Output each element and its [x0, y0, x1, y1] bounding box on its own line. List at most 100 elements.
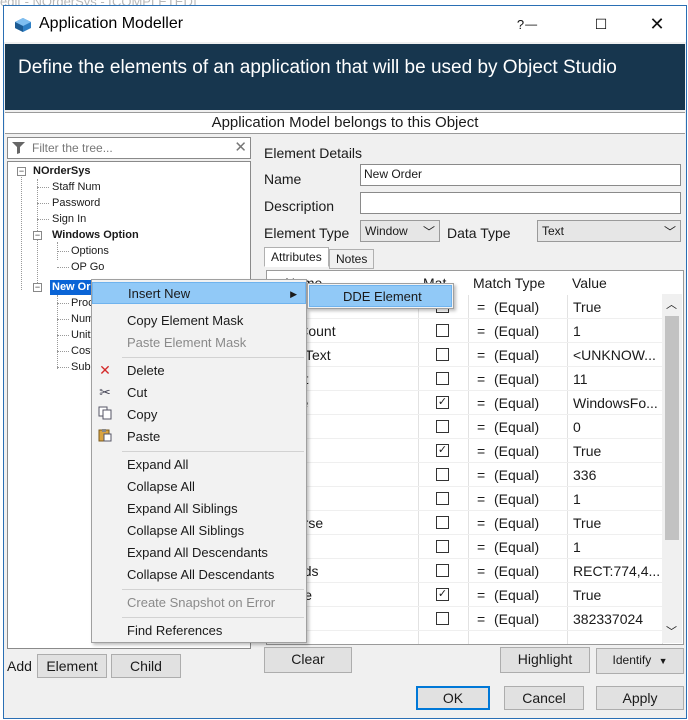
match-checkbox[interactable]: [436, 372, 449, 385]
add-child-button[interactable]: Child: [111, 654, 181, 678]
name-field[interactable]: New Order: [360, 164, 681, 186]
match-type[interactable]: (Equal): [494, 587, 566, 603]
menu-item-cut[interactable]: ✂ Cut: [92, 382, 306, 404]
tree-root[interactable]: NOrderSys: [33, 164, 90, 179]
match-type[interactable]: (Equal): [494, 539, 566, 555]
match-type[interactable]: (Equal): [494, 395, 566, 411]
menu-item-expand-descendants[interactable]: Expand All Descendants: [92, 542, 306, 564]
scroll-up-icon[interactable]: ︿: [666, 296, 677, 312]
match-checkbox[interactable]: [436, 540, 449, 553]
data-type-select[interactable]: Text ﹀: [537, 220, 681, 242]
match-type[interactable]: (Equal): [494, 515, 566, 531]
description-field[interactable]: [360, 192, 681, 214]
grid-scrollbar[interactable]: ︿ ﹀: [662, 294, 682, 643]
match-type[interactable]: (Equal): [494, 347, 566, 363]
match-checkbox[interactable]: [436, 468, 449, 481]
menu-item-collapse-all[interactable]: Collapse All: [92, 476, 306, 498]
menu-item-collapse-descendants[interactable]: Collapse All Descendants: [92, 564, 306, 586]
table-row[interactable]: Reverse=(Equal)True: [267, 511, 663, 535]
help-icon[interactable]: ? —: [504, 6, 550, 42]
identify-button[interactable]: Identify ▼: [596, 648, 684, 674]
match-checkbox[interactable]: [436, 516, 449, 529]
collapse-icon[interactable]: −: [33, 283, 42, 292]
match-checkbox[interactable]: [436, 348, 449, 361]
tree-item[interactable]: OP Go: [71, 260, 104, 275]
chevron-down-icon: ﹀: [422, 225, 435, 239]
table-row[interactable]: Bounds=(Equal)RECT:774,4...: [267, 559, 663, 583]
match-type[interactable]: (Equal): [494, 467, 566, 483]
header-match-type[interactable]: Match Type: [473, 275, 545, 291]
equals-sign: =: [477, 371, 486, 387]
tree-item[interactable]: Unit: [71, 328, 91, 343]
close-button[interactable]: ✕: [634, 6, 680, 42]
match-checkbox[interactable]: [436, 492, 449, 505]
menu-item-expand-all[interactable]: Expand All: [92, 454, 306, 476]
table-row[interactable]: t=(Equal)336: [267, 463, 663, 487]
menu-item-find-references[interactable]: Find References: [92, 620, 306, 642]
clear-button[interactable]: Clear: [264, 647, 352, 673]
tree-group-selected[interactable]: New Or: [50, 280, 93, 295]
table-row[interactable]: Count=(Equal)11: [267, 367, 663, 391]
table-row[interactable]: ol ID=(Equal)0: [267, 415, 663, 439]
filter-input[interactable]: [30, 139, 226, 157]
tree-item[interactable]: Options: [71, 244, 109, 259]
header-value[interactable]: Value: [572, 275, 607, 291]
table-row[interactable]: stor Count=(Equal)1: [267, 319, 663, 343]
ok-button[interactable]: OK: [416, 686, 490, 710]
tree-item[interactable]: Sign In: [52, 212, 86, 227]
tree-item[interactable]: Password: [52, 196, 100, 211]
add-label: Add: [7, 658, 32, 674]
match-checkbox[interactable]: [436, 564, 449, 577]
title-bar[interactable]: Application Modeller ? — ☐ ✕: [4, 6, 686, 42]
clear-filter-icon[interactable]: ✕: [234, 138, 247, 156]
table-row[interactable]: Index=(Equal)1: [267, 487, 663, 511]
match-type[interactable]: (Equal): [494, 563, 566, 579]
menu-item-dde-element[interactable]: DDE Element: [309, 285, 452, 307]
menu-item-delete[interactable]: ✕ Delete: [92, 360, 306, 382]
table-row[interactable]: al=(Equal)1: [267, 535, 663, 559]
match-type[interactable]: (Equal): [494, 491, 566, 507]
tree-item[interactable]: Sub: [71, 360, 91, 375]
match-checkbox[interactable]: [436, 324, 449, 337]
highlight-button[interactable]: Highlight: [500, 647, 590, 673]
menu-item-expand-siblings[interactable]: Expand All Siblings: [92, 498, 306, 520]
attribute-value: True: [573, 443, 602, 459]
table-row[interactable]: = (Equal) 382337024: [267, 607, 663, 631]
tree-item[interactable]: Staff Num: [52, 180, 101, 195]
tree-group[interactable]: Windows Option: [52, 228, 139, 243]
tab-notes[interactable]: Notes: [329, 249, 375, 269]
match-type[interactable]: (Equal): [494, 443, 566, 459]
match-checkbox[interactable]: ✓: [436, 588, 449, 601]
collapse-icon[interactable]: −: [17, 167, 26, 176]
menu-item-copy[interactable]: Copy: [92, 404, 306, 426]
menu-item-collapse-siblings[interactable]: Collapse All Siblings: [92, 520, 306, 542]
menu-item-insert-new[interactable]: Insert New ▶: [92, 282, 306, 304]
insert-new-submenu: DDE Element: [307, 283, 454, 309]
menu-item-copy-mask[interactable]: Copy Element Mask: [92, 310, 306, 332]
collapse-icon[interactable]: −: [33, 231, 42, 240]
add-element-button[interactable]: Element: [37, 654, 107, 678]
tree-filter[interactable]: ✕: [7, 137, 251, 159]
table-row[interactable]: Visible✓=(Equal)True: [267, 583, 663, 607]
table-row[interactable]: Name✓=(Equal)WindowsFo...: [267, 391, 663, 415]
equals-sign: =: [477, 323, 486, 339]
match-checkbox[interactable]: ✓: [436, 444, 449, 457]
maximize-button[interactable]: ☐: [578, 6, 624, 42]
menu-item-paste[interactable]: Paste: [92, 426, 306, 448]
table-row[interactable]: stors Text=(Equal)<UNKNOW...: [267, 343, 663, 367]
table-row[interactable]: ed✓=(Equal)True: [267, 439, 663, 463]
scroll-thumb[interactable]: [665, 316, 679, 540]
cancel-button[interactable]: Cancel: [504, 686, 584, 710]
match-checkbox[interactable]: [436, 420, 449, 433]
match-type[interactable]: (Equal): [494, 419, 566, 435]
match-type[interactable]: (Equal): [494, 323, 566, 339]
match-checkbox[interactable]: ✓: [436, 396, 449, 409]
scroll-down-icon[interactable]: ﹀: [666, 623, 677, 639]
match-checkbox[interactable]: [436, 612, 449, 625]
element-type-select[interactable]: Window ﹀: [360, 220, 440, 242]
match-type[interactable]: (Equal): [494, 299, 566, 315]
apply-button[interactable]: Apply: [596, 686, 684, 710]
tab-attributes[interactable]: Attributes: [264, 247, 329, 267]
match-type[interactable]: (Equal): [494, 371, 566, 387]
match-type[interactable]: (Equal): [494, 611, 566, 627]
